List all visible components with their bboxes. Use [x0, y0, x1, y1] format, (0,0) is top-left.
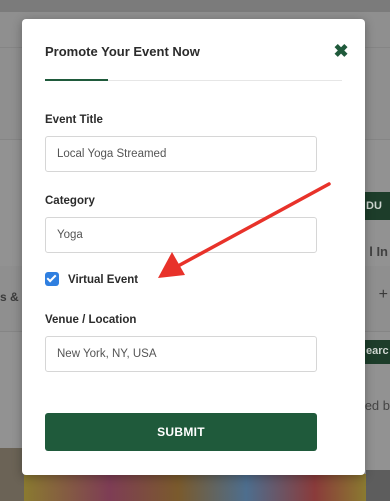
background-search-button: earc	[364, 340, 390, 364]
background-button: DU	[364, 192, 390, 220]
background-image	[366, 470, 390, 501]
virtual-event-checkbox[interactable]	[45, 272, 59, 286]
background-plus-icon: +	[378, 286, 388, 303]
event-title-input[interactable]	[45, 136, 317, 172]
background-banner-image	[24, 474, 366, 501]
modal-header: Promote Your Event Now	[45, 19, 342, 81]
background-topbar	[0, 0, 390, 12]
venue-label: Venue / Location	[45, 314, 137, 326]
checkmark-icon	[46, 272, 57, 283]
close-icon[interactable]: ✖	[333, 42, 349, 60]
event-title-label: Event Title	[45, 114, 103, 126]
category-input[interactable]	[45, 217, 317, 253]
background-left-text: s &	[0, 290, 19, 304]
background-image	[0, 448, 24, 501]
modal-title: Promote Your Event Now	[45, 44, 200, 59]
virtual-event-label[interactable]: Virtual Event	[68, 274, 138, 286]
background-right-text: l In	[369, 244, 388, 259]
promote-event-modal: Promote Your Event Now ✖ Event Title Cat…	[22, 19, 365, 475]
submit-button[interactable]: SUBMIT	[45, 413, 317, 451]
background-right-text: ed b	[364, 398, 390, 413]
venue-input[interactable]	[45, 336, 317, 372]
title-underline	[45, 79, 108, 81]
category-label: Category	[45, 195, 95, 207]
